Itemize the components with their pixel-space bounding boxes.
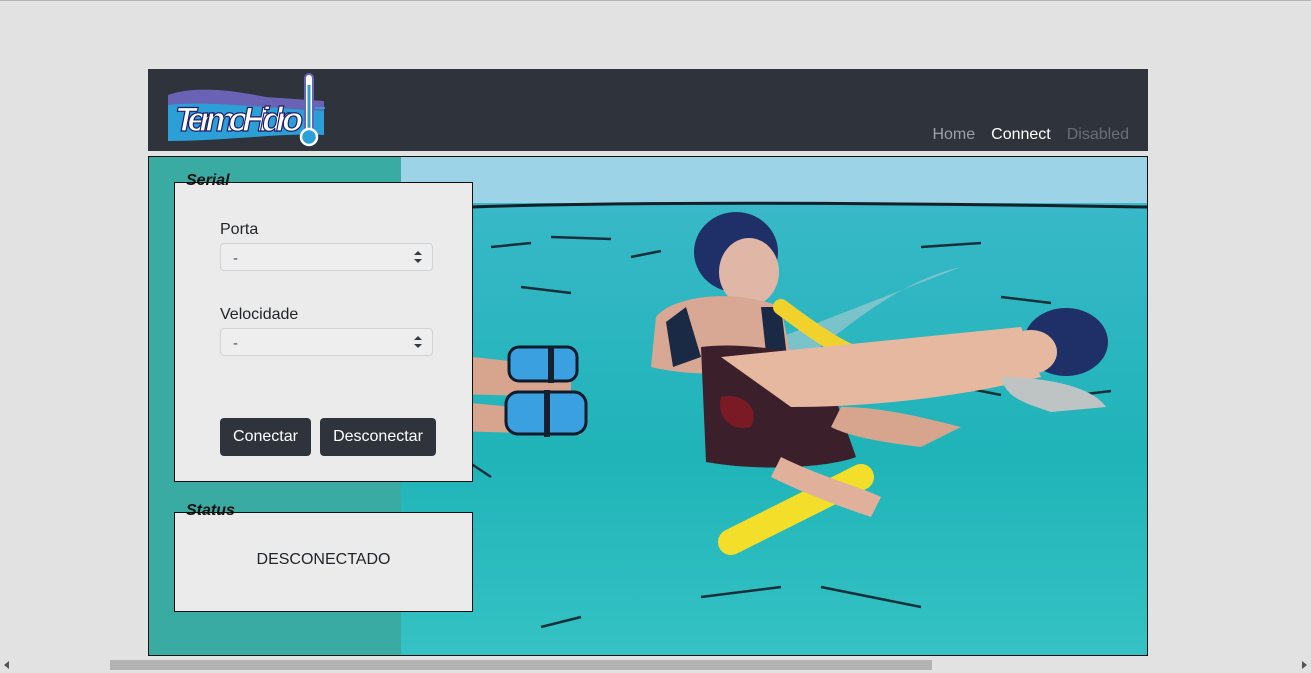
nav-connect-link[interactable]: Connect: [991, 126, 1051, 144]
window-top-border: [0, 0, 1311, 1]
svg-text:TermoHidro: TermoHidro: [175, 101, 303, 139]
status-legend: Status: [186, 502, 235, 519]
arrow-left-icon[interactable]: [4, 661, 9, 669]
arrow-right-icon[interactable]: [1302, 661, 1307, 669]
velocidade-select-value: -: [233, 335, 238, 352]
porta-select-value: -: [233, 250, 238, 267]
status-fieldset: Status DESCONECTADO: [174, 502, 473, 612]
velocidade-select[interactable]: -: [220, 328, 433, 356]
scrollbar-thumb[interactable]: [110, 660, 932, 670]
nav-disabled-link: Disabled: [1066, 126, 1129, 143]
porta-label: Porta: [220, 221, 259, 238]
nav-home-link[interactable]: Home: [932, 126, 975, 144]
connect-button[interactable]: Conectar: [220, 418, 311, 456]
up-down-chevron-icon: [414, 251, 422, 263]
serial-legend: Serial: [186, 172, 230, 189]
disconnect-button[interactable]: Desconectar: [320, 418, 436, 456]
main-content: Serial Porta - Velocidade - Conectar Des…: [148, 156, 1148, 656]
up-down-chevron-icon: [414, 336, 422, 348]
velocidade-label: Velocidade: [220, 306, 299, 323]
connection-status-text: DESCONECTADO: [256, 551, 391, 568]
navbar: TermoHidro Home Connect Disabled: [148, 69, 1148, 151]
nav-menu: Home Connect Disabled: [932, 126, 1129, 144]
serial-fieldset: Serial Porta - Velocidade - Conectar Des…: [174, 172, 473, 482]
porta-select[interactable]: -: [220, 243, 433, 271]
termohidro-logo[interactable]: TermoHidro: [166, 71, 330, 149]
hydrotherapy-photo: [401, 157, 1147, 655]
horizontal-scrollbar[interactable]: [0, 657, 1311, 673]
